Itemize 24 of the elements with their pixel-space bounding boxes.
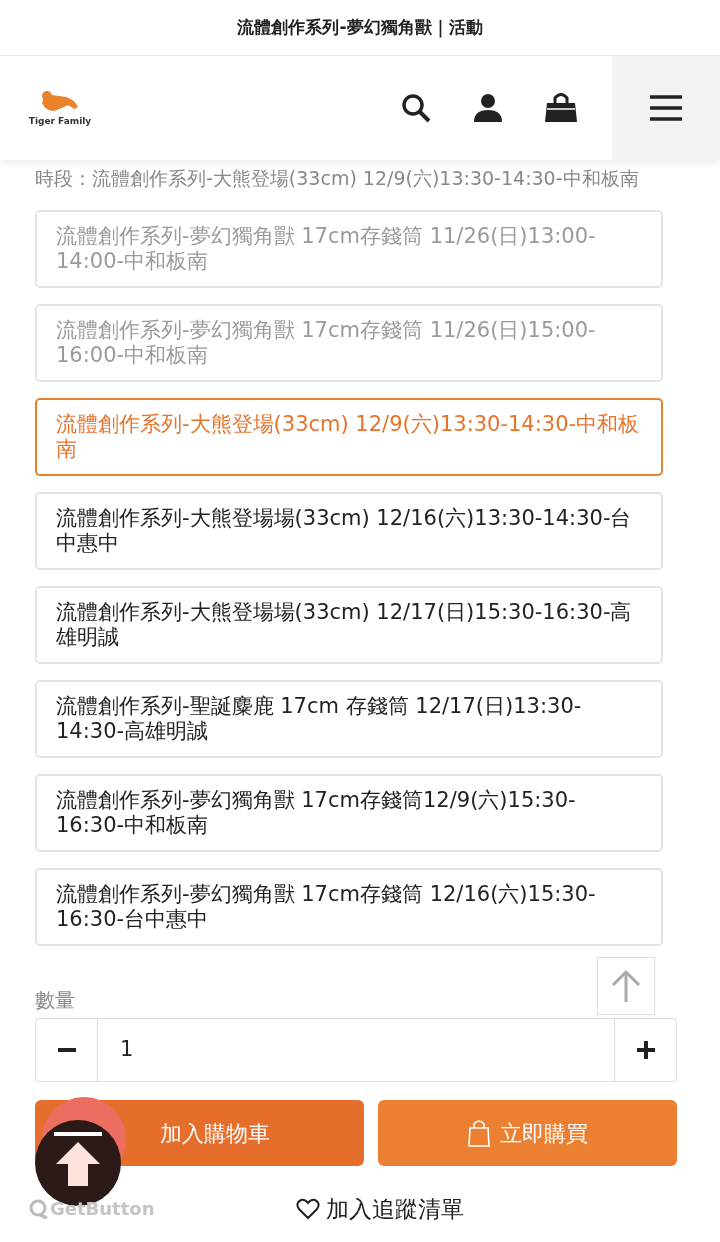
menu-icon[interactable] (649, 95, 683, 121)
session-option[interactable]: 流體創作系列-大熊登場場(33cm) 12/17(日)15:30-16:30-高雄明誠 (35, 586, 663, 664)
increase-button[interactable] (614, 1018, 677, 1082)
session-option[interactable]: 流體創作系列-夢幻獨角獸 17cm存錢筒 12/16(六)15:30-16:30-台中惠中 (35, 868, 663, 946)
shopping-bag-icon[interactable] (544, 91, 578, 125)
bag-icon (467, 1119, 490, 1147)
plus-icon (636, 1041, 655, 1059)
up-arrow-icon (611, 969, 641, 1003)
quantity-field[interactable]: 1 (98, 1018, 614, 1082)
heart-icon[interactable] (296, 1198, 320, 1221)
session-option[interactable]: 流體創作系列-聖誕麋鹿 17cm 存錢筒 12/17(日)13:30-14:30-高雄明誠 (35, 680, 663, 758)
logo-text[interactable]: Tiger Family (28, 115, 92, 129)
session-option[interactable]: 流體創作系列-大熊登場場(33cm) 12/16(六)13:30-14:30-台中惠中 (35, 492, 663, 570)
page-title: 流體創作系列-夢幻獨角獸｜活動 (237, 15, 483, 40)
session-option[interactable]: 流體創作系列-夢幻獨角獸 17cm存錢筒12/9(六)15:30-16:30-中和板南 (35, 774, 663, 852)
chat-icon (28, 1198, 48, 1219)
user-icon[interactable] (472, 92, 504, 124)
quantity-label: 數量 (35, 987, 76, 1014)
wishlist-link[interactable]: 加入追蹤清單 (326, 1192, 464, 1227)
search-icon[interactable] (400, 92, 432, 124)
widget-brand: GetButton (50, 1197, 155, 1221)
minus-icon (57, 1048, 76, 1052)
menu-button[interactable] (612, 56, 720, 160)
session-label: 時段：流體創作系列-大熊登場(33cm) 12/9(六)13:30-14:30-中和板南 (35, 166, 640, 191)
